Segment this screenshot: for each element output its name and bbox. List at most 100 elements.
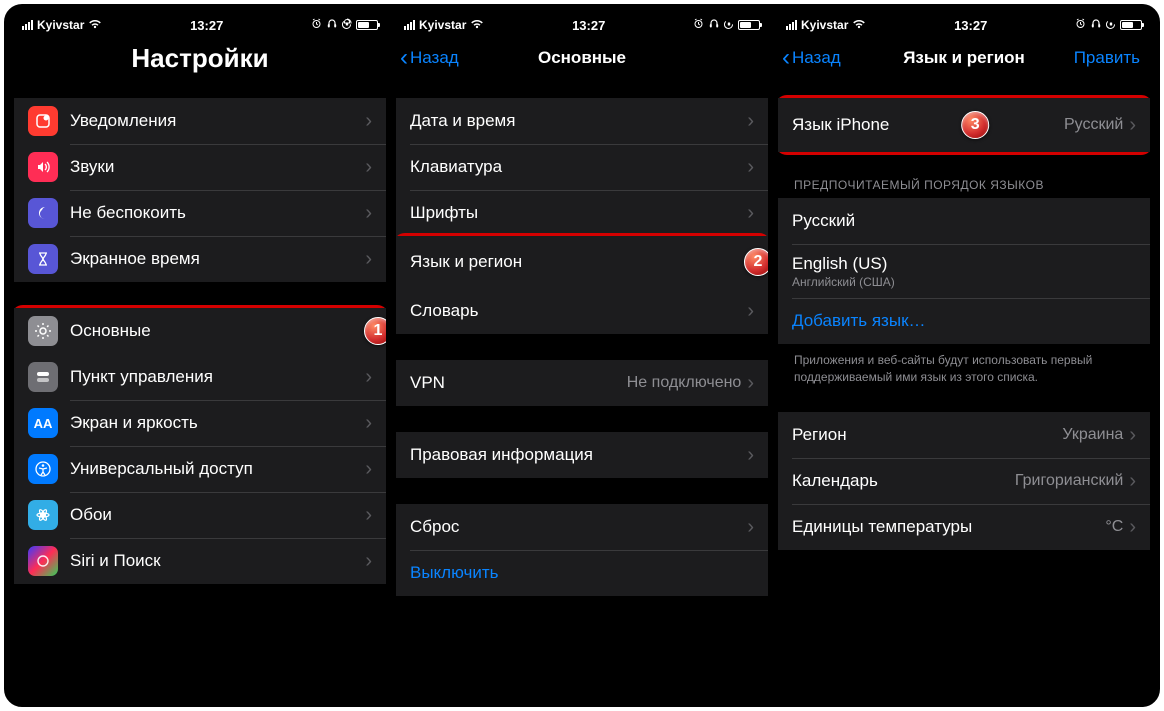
cell-screentime[interactable]: Экранное время › [14, 236, 386, 282]
group-region: Регион Украина › Календарь Григорианский… [778, 412, 1150, 550]
cell-reset[interactable]: Сброс › [396, 504, 768, 550]
cell-language-region[interactable]: Язык и регион › [396, 236, 768, 288]
status-bar: Kyivstar 13:27 [778, 14, 1150, 36]
chevron-right-icon: › [365, 203, 372, 223]
highlight-iphone-language: Язык iPhone Русский › 3 [778, 95, 1150, 155]
cell-accessibility[interactable]: Универсальный доступ › [14, 446, 386, 492]
cell-wallpaper[interactable]: Обои › [14, 492, 386, 538]
cell-add-language[interactable]: Добавить язык… [778, 298, 1150, 344]
cell-legal[interactable]: Правовая информация › [396, 432, 768, 478]
cell-label: Универсальный доступ [70, 459, 365, 479]
group-header: ПРЕДПОЧИТАЕМЫЙ ПОРЯДОК ЯЗЫКОВ [778, 178, 1150, 198]
page-title: Настройки [22, 43, 378, 74]
cell-label: Экранное время [70, 249, 365, 269]
cell-label: Шрифты [410, 203, 747, 223]
cell-date-time[interactable]: Дата и время › [396, 98, 768, 144]
cell-sublabel: Английский (США) [792, 275, 1136, 289]
chevron-right-icon: › [365, 413, 372, 433]
cell-notifications[interactable]: Уведомления › [14, 98, 386, 144]
cell-temperature[interactable]: Единицы температуры °C › [778, 504, 1150, 550]
sounds-icon [28, 152, 58, 182]
status-bar: Kyivstar 13:27 [396, 14, 768, 36]
lock-icon [342, 18, 352, 33]
cell-shutdown[interactable]: Выключить [396, 550, 768, 596]
chevron-right-icon: › [1129, 471, 1136, 491]
cell-keyboard[interactable]: Клавиатура › [396, 144, 768, 190]
cell-label: Язык iPhone [792, 115, 1064, 135]
general-group-1: Дата и время › Клавиатура › Шрифты › Язы… [396, 98, 768, 334]
cell-label: Обои [70, 505, 365, 525]
chevron-right-icon: › [1129, 425, 1136, 445]
cell-label: Регион [792, 425, 1062, 445]
cell-label: Календарь [792, 471, 1015, 491]
back-button[interactable]: ‹ Назад [782, 46, 841, 70]
group-footer: Приложения и веб-сайты будут использоват… [778, 344, 1150, 386]
back-button[interactable]: ‹ Назад [400, 46, 459, 70]
general-group-reset: Сброс › Выключить [396, 504, 768, 596]
cell-region[interactable]: Регион Украина › [778, 412, 1150, 458]
toggles-icon [28, 362, 58, 392]
signal-icon [22, 20, 33, 30]
cell-fonts[interactable]: Шрифты › [396, 190, 768, 236]
cell-label: Сброс [410, 517, 747, 537]
cell-vpn[interactable]: VPN Не подключено › [396, 360, 768, 406]
battery-icon [1120, 20, 1142, 30]
wifi-icon [470, 18, 484, 32]
screen-settings: Kyivstar 13:27 Настройки Уведомления [14, 14, 386, 697]
hourglass-icon [28, 244, 58, 274]
cell-siri[interactable]: Siri и Поиск › [14, 538, 386, 584]
carrier-label: Kyivstar [419, 18, 466, 32]
navbar: Настройки [14, 36, 386, 80]
chevron-right-icon: › [747, 517, 754, 537]
cell-dnd[interactable]: Не беспокоить › [14, 190, 386, 236]
wifi-icon [88, 18, 102, 32]
screen-language-region: Kyivstar 13:27 ‹ Назад Язык и регион Пра… [778, 14, 1150, 697]
carrier-label: Kyivstar [801, 18, 848, 32]
battery-icon [356, 20, 378, 30]
chevron-right-icon: › [365, 157, 372, 177]
step-badge-1: 1 [364, 317, 386, 345]
cell-label: Язык и регион [410, 252, 747, 272]
page-title: Основные [538, 48, 626, 68]
cell-label: Основные [70, 321, 365, 341]
chevron-right-icon: › [747, 373, 754, 393]
cell-display[interactable]: AA Экран и яркость › [14, 400, 386, 446]
cell-lang-en[interactable]: English (US) Английский (США) [778, 244, 1150, 298]
cell-calendar[interactable]: Календарь Григорианский › [778, 458, 1150, 504]
carrier-label: Kyivstar [37, 18, 84, 32]
cell-label: Правовая информация [410, 445, 747, 465]
group-iphone-language: Язык iPhone Русский › 3 [778, 95, 1150, 155]
cell-label: Словарь [410, 301, 747, 321]
signal-icon [786, 20, 797, 30]
headphones-icon [1090, 18, 1102, 32]
cell-control-center[interactable]: Пункт управления › [14, 354, 386, 400]
signal-icon [404, 20, 415, 30]
alarm-icon [311, 18, 322, 32]
settings-group-notifications: Уведомления › Звуки › Не беспокоить › Эк… [14, 98, 386, 282]
notifications-icon [28, 106, 58, 136]
cell-label: Добавить язык… [792, 311, 1136, 331]
edit-button[interactable]: Править [1074, 48, 1140, 68]
navbar: ‹ Назад Язык и регион Править [778, 36, 1150, 80]
general-group-legal: Правовая информация › [396, 432, 768, 478]
cell-value: Украина [1062, 426, 1123, 444]
back-label: Назад [410, 48, 459, 68]
chevron-left-icon: ‹ [782, 46, 790, 70]
chevron-right-icon: › [1129, 517, 1136, 537]
cell-lang-ru[interactable]: Русский [778, 198, 1150, 244]
headphones-icon [708, 18, 720, 32]
cell-label: Уведомления [70, 111, 365, 131]
cell-sounds[interactable]: Звуки › [14, 144, 386, 190]
alarm-icon [1075, 18, 1086, 32]
accessibility-icon [28, 454, 58, 484]
cell-label: Пункт управления [70, 367, 365, 387]
screen-general: Kyivstar 13:27 ‹ Назад Основные Дата и в… [396, 14, 768, 697]
cell-value: °C [1105, 518, 1123, 536]
chevron-right-icon: › [747, 203, 754, 223]
cell-dictionary[interactable]: Словарь › [396, 288, 768, 334]
cell-general[interactable]: Основные › [14, 308, 386, 354]
status-time: 13:27 [190, 18, 223, 33]
status-bar: Kyivstar 13:27 [14, 14, 386, 36]
general-group-vpn: VPN Не подключено › [396, 360, 768, 406]
chevron-right-icon: › [747, 445, 754, 465]
